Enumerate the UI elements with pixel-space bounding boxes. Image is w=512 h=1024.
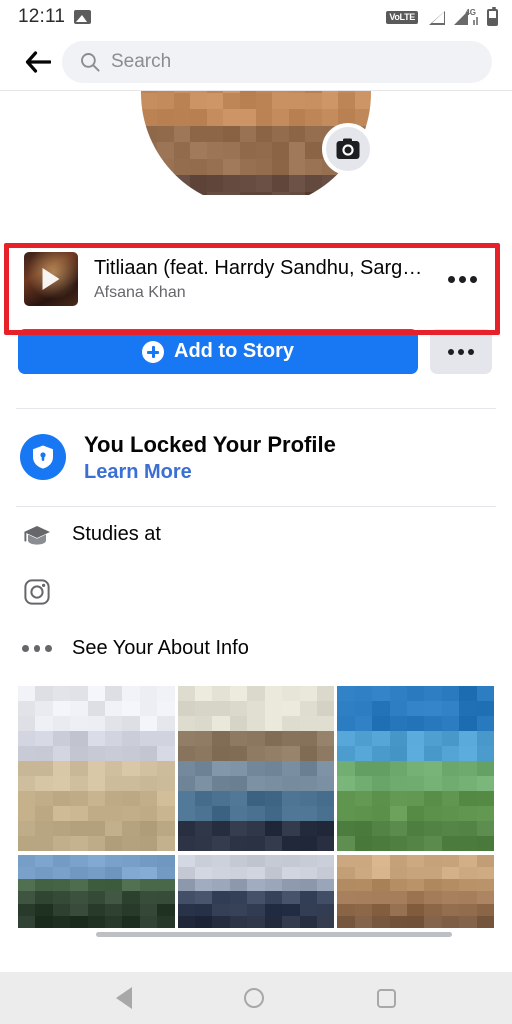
- music-card-text: Titliaan (feat. Harrdy Sandhu, Sarg… Afs…: [94, 256, 422, 302]
- profile-actions: Add to Story: [0, 315, 512, 374]
- nav-back-icon[interactable]: [116, 987, 132, 1009]
- graduation-cap-icon: [22, 523, 52, 547]
- status-bar-left: 12:11: [18, 6, 91, 28]
- music-title: Titliaan (feat. Harrdy Sandhu, Sarg…: [94, 256, 422, 281]
- locked-profile-row[interactable]: You Locked Your Profile Learn More: [0, 409, 512, 506]
- info-row-instagram[interactable]: [0, 563, 512, 621]
- photo-2[interactable]: [178, 686, 335, 852]
- photo-3[interactable]: [337, 686, 494, 852]
- shield-lock-icon: [20, 434, 66, 480]
- photo-1[interactable]: [18, 686, 175, 852]
- photo-6[interactable]: [337, 855, 494, 929]
- search-icon: [80, 52, 100, 72]
- profile-photo-area: [0, 90, 512, 195]
- music-artist: Afsana Khan: [94, 284, 422, 302]
- status-clock: 12:11: [18, 6, 65, 28]
- signal-1-icon: [427, 10, 445, 25]
- info-row-label: Studies at: [72, 523, 161, 546]
- album-art[interactable]: [24, 252, 78, 306]
- search-input[interactable]: Search: [62, 41, 492, 83]
- photo-5[interactable]: [178, 855, 335, 929]
- back-button[interactable]: [18, 42, 58, 82]
- nav-recents-icon[interactable]: [377, 989, 396, 1008]
- see-about-info-label: See Your About Info: [72, 637, 249, 660]
- dots-icon: [22, 645, 52, 652]
- status-bar-right: VoLTE 4G: [386, 9, 498, 26]
- battery-icon: [487, 9, 498, 26]
- add-to-story-label: Add to Story: [174, 340, 294, 363]
- instagram-icon: [22, 579, 52, 605]
- nav-home-icon[interactable]: [244, 988, 264, 1008]
- plus-circle-icon: [142, 341, 164, 363]
- edit-profile-photo-button[interactable]: [322, 123, 374, 175]
- profile-scroll-area: Titliaan (feat. Harrdy Sandhu, Sarg… Afs…: [0, 90, 512, 972]
- search-placeholder: Search: [111, 51, 171, 73]
- profile-more-button[interactable]: [430, 329, 492, 374]
- locked-profile-text: You Locked Your Profile Learn More: [84, 431, 336, 484]
- phone-screen: 12:11 VoLTE 4G: [0, 0, 512, 1024]
- status-bar: 12:11 VoLTE 4G: [0, 0, 512, 34]
- app-header: Search: [0, 34, 512, 90]
- add-to-story-button[interactable]: Add to Story: [18, 329, 418, 374]
- play-icon: [43, 268, 60, 290]
- photo-grid: [18, 686, 494, 929]
- music-card-section: Titliaan (feat. Harrdy Sandhu, Sarg… Afs…: [0, 243, 512, 315]
- photo-4[interactable]: [18, 855, 175, 929]
- info-row-about[interactable]: See Your About Info: [0, 621, 512, 676]
- back-arrow-icon: [25, 51, 51, 73]
- music-overflow-menu-button[interactable]: [438, 255, 486, 303]
- volte-icon: VoLTE: [386, 11, 418, 24]
- info-row-studies[interactable]: Studies at: [0, 507, 512, 563]
- signal-2-icon: 4G: [454, 10, 478, 25]
- locked-profile-title: You Locked Your Profile: [84, 431, 336, 459]
- photo-icon: [74, 10, 91, 24]
- camera-icon: [336, 138, 360, 160]
- android-nav-bar: [0, 972, 512, 1024]
- photo-grid-scrollbar[interactable]: [96, 932, 452, 937]
- music-card[interactable]: Titliaan (feat. Harrdy Sandhu, Sarg… Afs…: [18, 243, 490, 315]
- learn-more-link[interactable]: Learn More: [84, 461, 336, 484]
